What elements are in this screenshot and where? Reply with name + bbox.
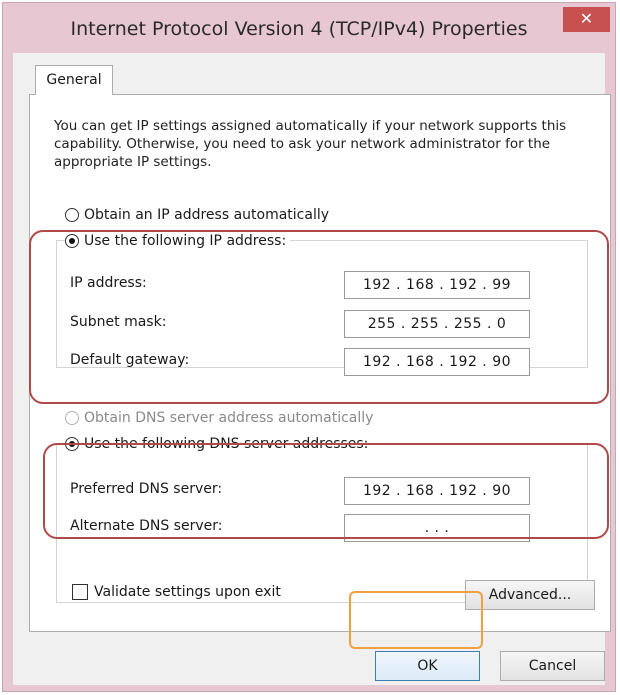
close-button[interactable]: ✕ [563,7,610,32]
ok-button[interactable]: OK [375,651,480,681]
validate-checkbox[interactable] [72,584,88,600]
ip-auto-label: Obtain an IP address automatically [84,207,330,223]
dns-settings-highlight [43,443,609,539]
close-icon: ✕ [579,9,594,28]
dns-auto-radio[interactable] [65,411,79,425]
ip-auto-radio[interactable] [65,208,79,222]
validate-label: Validate settings upon exit [94,584,281,600]
validate-checkbox-row[interactable]: Validate settings upon exit [72,584,281,600]
title-bar[interactable]: Internet Protocol Version 4 (TCP/IPv4) P… [3,3,615,59]
tab-general[interactable]: General [35,65,113,95]
ip-auto-radio-row[interactable]: Obtain an IP address automatically [65,205,329,225]
advanced-button[interactable]: Advanced... [465,580,595,610]
dns-auto-radio-row[interactable]: Obtain DNS server address automatically [65,408,373,428]
intro-text: You can get IP settings assigned automat… [54,118,567,170]
dialog-window: Internet Protocol Version 4 (TCP/IPv4) P… [2,2,616,692]
ok-button-highlight [349,591,483,649]
cancel-button[interactable]: Cancel [500,651,605,681]
ip-settings-highlight [29,230,609,404]
window-title: Internet Protocol Version 4 (TCP/IPv4) P… [70,18,528,40]
dns-auto-label: Obtain DNS server address automatically [84,410,374,426]
